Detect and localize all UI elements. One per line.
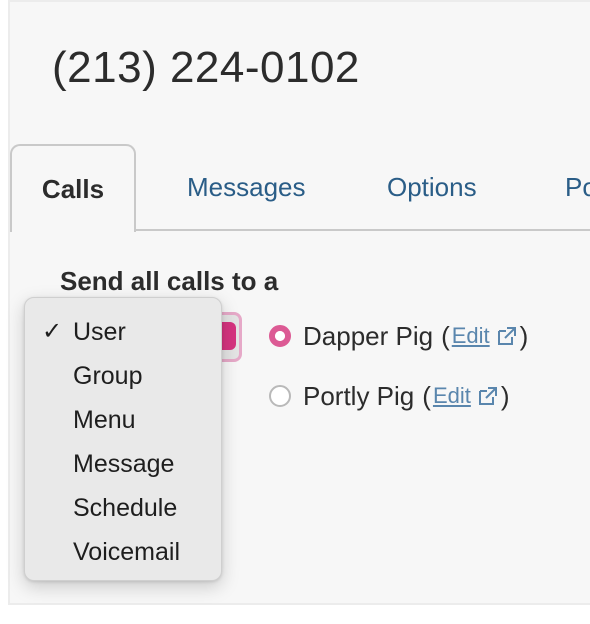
menu-item-message[interactable]: Message [25, 442, 221, 486]
menu-item-group[interactable]: Group [25, 354, 221, 398]
user-name[interactable]: Dapper Pig [303, 321, 433, 352]
close-paren: ) [500, 380, 510, 411]
edit-link[interactable]: Edit [433, 383, 471, 409]
menu-item-label: Schedule [73, 494, 178, 522]
checkmark-icon: ✓ [42, 318, 63, 345]
menu-item-label: User [73, 318, 126, 346]
destination-type-dropdown: ✓ User Group Menu Message Schedule Voice… [24, 297, 222, 581]
external-link-icon[interactable] [496, 325, 518, 347]
user-option-dapper-pig: Dapper Pig ( Edit ) [268, 318, 528, 354]
menu-item-label: Group [73, 362, 143, 390]
tab-messages[interactable]: Messages [187, 144, 306, 230]
menu-item-label: Menu [73, 406, 136, 434]
tab-partial[interactable]: Po [565, 144, 590, 230]
menu-item-voicemail[interactable]: Voicemail [25, 530, 221, 574]
radio-checked-icon[interactable] [269, 325, 291, 347]
close-paren: ) [519, 320, 529, 351]
menu-item-user[interactable]: ✓ User [25, 310, 221, 354]
user-name[interactable]: Portly Pig [303, 381, 414, 412]
menu-item-label: Message [73, 450, 175, 478]
phone-number-title: (213) 224-0102 [52, 43, 360, 92]
external-link-icon[interactable] [477, 385, 499, 407]
panel-border [8, 0, 590, 2]
send-calls-label: Send all calls to a [60, 266, 279, 296]
page: (213) 224-0102 Calls Messages Options Po… [0, 0, 590, 624]
open-paren: ( [441, 320, 450, 351]
tab-calls[interactable]: Calls [10, 144, 136, 232]
open-paren: ( [422, 380, 431, 411]
menu-item-label: Voicemail [73, 538, 180, 566]
user-option-portly-pig: Portly Pig ( Edit ) [268, 378, 510, 414]
menu-item-schedule[interactable]: Schedule [25, 486, 221, 530]
tab-options[interactable]: Options [387, 144, 477, 230]
menu-item-menu[interactable]: Menu [25, 398, 221, 442]
tab-bar: Calls Messages Options Po [10, 144, 590, 232]
edit-link[interactable]: Edit [452, 323, 490, 349]
radio-unchecked-icon[interactable] [269, 385, 291, 407]
